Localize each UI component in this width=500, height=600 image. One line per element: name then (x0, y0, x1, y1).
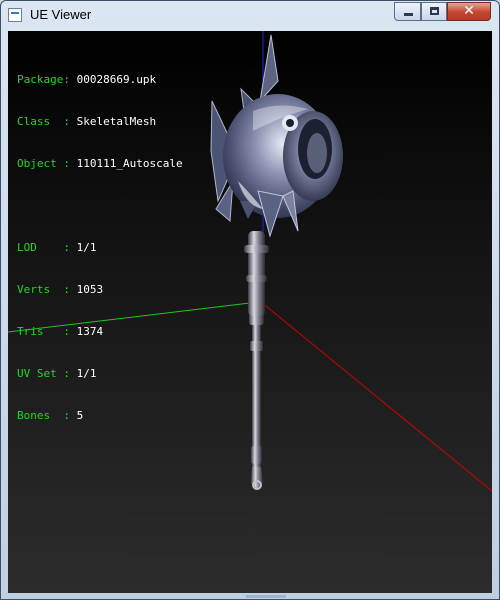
info-label: Object : (17, 157, 77, 170)
info-label: LOD : (17, 241, 77, 254)
info-lod: LOD : 1/1 (17, 241, 183, 255)
info-value: SkeletalMesh (76, 115, 157, 128)
resize-grip[interactable] (246, 595, 286, 598)
app-icon (8, 8, 22, 22)
fish-head-model (210, 34, 343, 238)
info-label: Class : (17, 115, 77, 128)
mesh-info-overlay: Package: 00028669.upk Class : SkeletalMe… (17, 45, 183, 451)
title-bar[interactable]: UE Viewer ✕ (1, 1, 499, 30)
info-value: 110111_Autoscale (76, 157, 183, 170)
info-value: 00028669.upk (76, 73, 157, 86)
info-verts: Verts : 1053 (17, 283, 183, 297)
info-package: Package: 00028669.upk (17, 73, 183, 87)
info-object: Object : 110111_Autoscale (17, 157, 183, 171)
3d-viewport[interactable]: Package: 00028669.upk Class : SkeletalMe… (8, 31, 492, 593)
minimize-icon (404, 13, 413, 16)
info-label: UV Set : (17, 367, 77, 380)
info-value: 1374 (76, 325, 104, 338)
info-class: Class : SkeletalMesh (17, 115, 183, 129)
info-value: 5 (76, 409, 84, 422)
info-tris: Tris : 1374 (17, 325, 183, 339)
info-label: Tris : (17, 325, 77, 338)
info-bones: Bones : 5 (17, 409, 183, 423)
mace-handle (244, 231, 269, 490)
maximize-button[interactable] (421, 2, 447, 21)
info-label: Package: (17, 73, 77, 86)
minimize-button[interactable] (394, 2, 421, 21)
maximize-icon (430, 7, 439, 15)
close-icon: ✕ (463, 3, 475, 19)
close-button[interactable]: ✕ (447, 2, 491, 21)
info-value: 1/1 (76, 241, 97, 254)
ue-viewer-window: UE Viewer ✕ Package: 00028669.upk Class … (0, 0, 500, 600)
info-value: 1/1 (76, 367, 97, 380)
window-title: UE Viewer (30, 7, 92, 22)
info-value: 1053 (76, 283, 104, 296)
x-axis-line (260, 301, 492, 492)
info-label: Verts : (17, 283, 77, 296)
info-label: Bones : (17, 409, 77, 422)
info-uvset: UV Set : 1/1 (17, 367, 183, 381)
